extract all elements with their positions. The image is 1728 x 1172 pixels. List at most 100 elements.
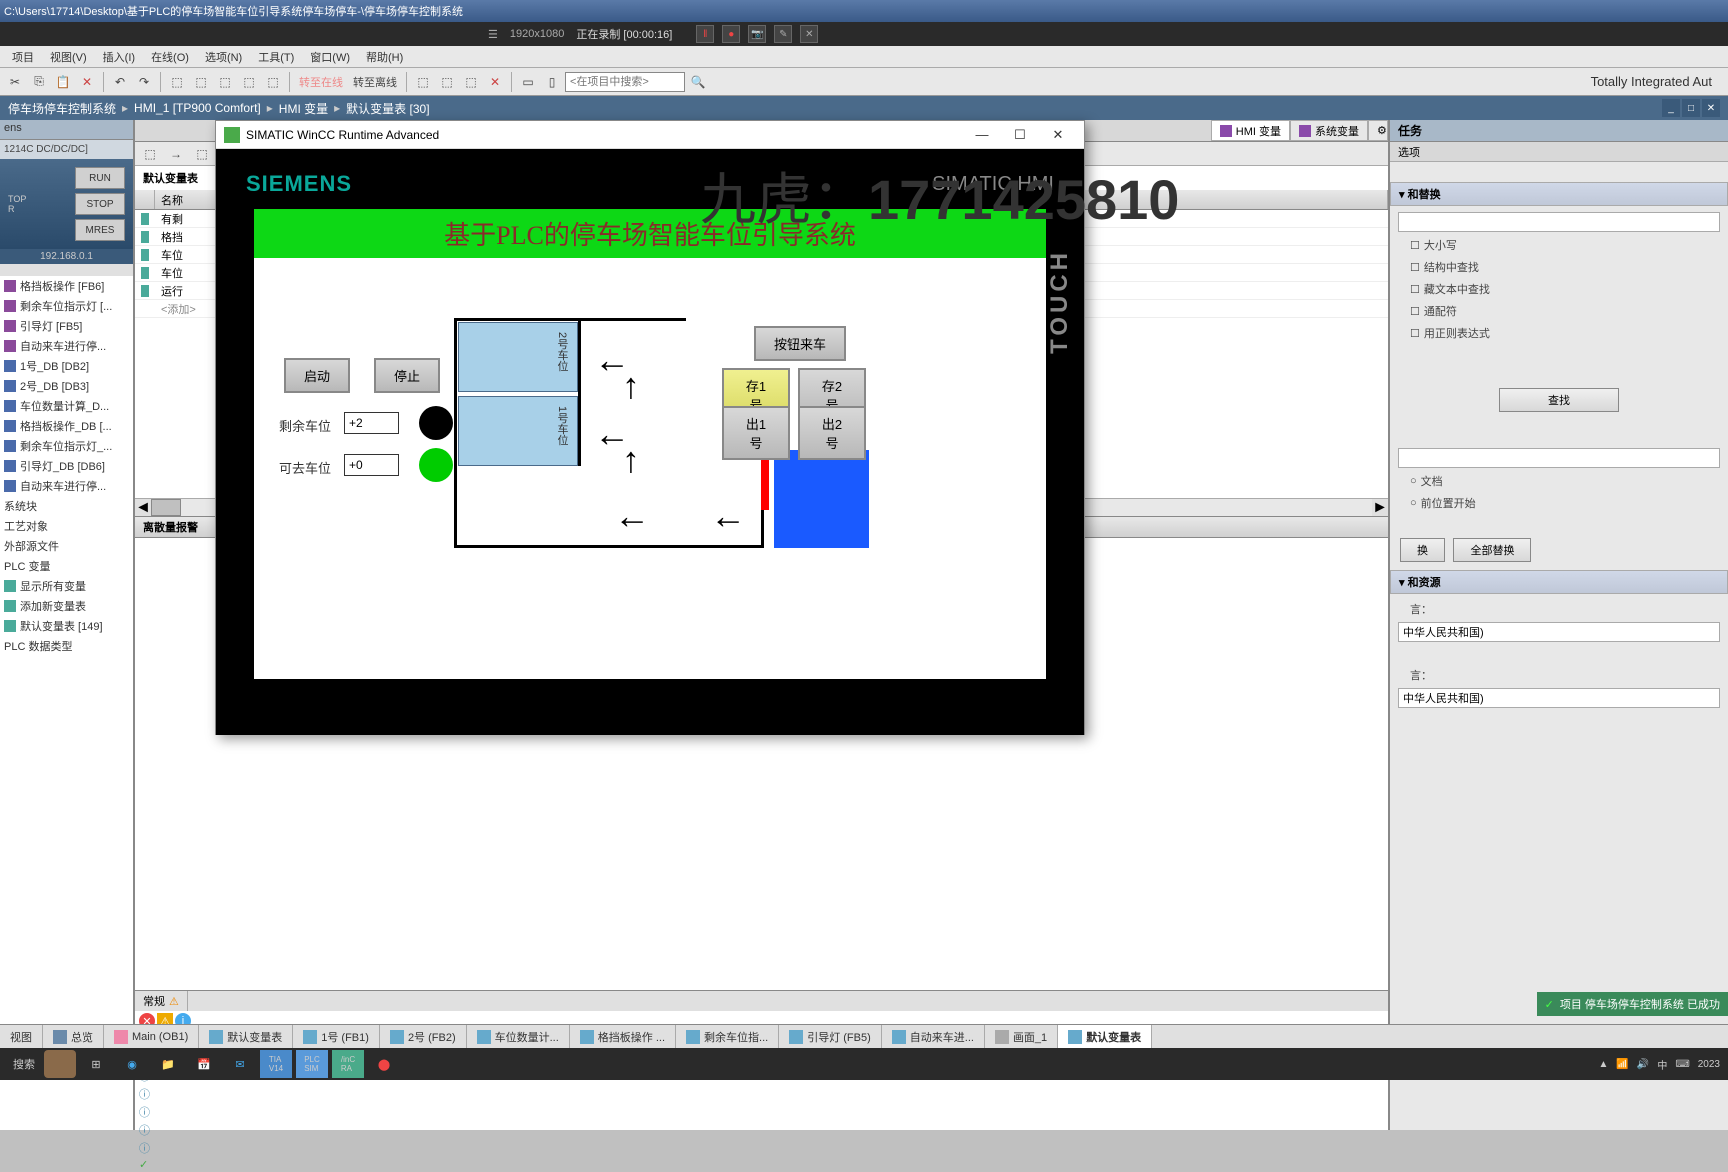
status-tab-general[interactable]: 常规 ⚠ [135,991,188,1011]
tree-item[interactable]: 1号_DB [DB2] [0,356,133,376]
taskbar-tia-icon[interactable]: TIAV14 [260,1050,292,1078]
tree-item[interactable]: PLC 变量 [0,556,133,576]
option-doc[interactable]: ○ 文档 [1398,470,1720,492]
tree-item[interactable]: 自动来车进行停... [0,476,133,496]
taskbar-volume-icon[interactable]: 🔊 [1637,1059,1649,1070]
hmi-stop-button[interactable]: 停止 [374,358,440,393]
view-tab[interactable]: 视图 [0,1025,43,1048]
tree-item[interactable]: 工艺对象 [0,516,133,536]
menu-help[interactable]: 帮助(H) [358,49,411,65]
taskbar-ime-icon[interactable]: ⌨ [1675,1059,1689,1070]
find-button[interactable]: 查找 [1499,388,1619,412]
taskbar-wifi-icon[interactable]: 📶 [1616,1059,1628,1070]
breadcrumb-item[interactable]: 默认变量表 [30] [346,100,429,117]
tree-item[interactable]: 格挡板操作 [FB6] [0,276,133,296]
editor-tab[interactable]: 剩余车位指... [676,1025,779,1048]
tab-system-tags[interactable]: 系统变量 [1290,120,1368,141]
tree-item[interactable]: 添加新变量表 [0,596,133,616]
editor-tab[interactable]: 格挡板操作 ... [570,1025,676,1048]
taskbar-search[interactable]: 搜索 [8,1050,40,1078]
copy-icon[interactable]: ⎘ [28,71,50,93]
tree-item[interactable]: 引导灯 [FB5] [0,316,133,336]
plc-mres-button[interactable]: MRES [75,219,125,241]
taskbar-mail-icon[interactable]: ✉ [224,1050,256,1078]
split-icon[interactable]: ▭ [517,71,539,93]
project-search-input[interactable] [565,72,685,92]
tool-icon[interactable]: ⬚ [238,71,260,93]
taskbar-time[interactable]: 2023 [1698,1059,1720,1070]
tool-icon[interactable]: ⬚ [214,71,236,93]
hamburger-icon[interactable]: ☰ [488,28,498,41]
paste-icon[interactable]: 📋 [52,71,74,93]
taskbar-lang[interactable]: 中 [1657,1057,1667,1072]
status-row[interactable]: ⓘ [135,1121,1388,1139]
taskbar-calendar-icon[interactable]: 📅 [188,1050,220,1078]
delete-icon[interactable]: ✕ [76,71,98,93]
editor-tab[interactable]: 画面_1 [985,1025,1058,1048]
status-row[interactable]: ⓘ [135,1103,1388,1121]
close-icon[interactable]: ✕ [484,71,506,93]
maximize-icon[interactable]: □ [1682,99,1700,117]
replace-all-button[interactable]: 全部替换 [1453,538,1531,562]
tree-item[interactable]: 格挡板操作_DB [... [0,416,133,436]
tree-item[interactable]: 系统块 [0,496,133,516]
tab-hmi-tags[interactable]: HMI 变量 [1211,120,1290,141]
menu-project[interactable]: 项目 [4,49,42,65]
find-replace-title[interactable]: ▾ 和替换 [1390,182,1728,206]
search-icon[interactable]: 🔍 [687,71,709,93]
tree-item[interactable]: 引导灯_DB [DB6] [0,456,133,476]
option-regex[interactable]: ☐ 用正则表达式 [1398,322,1720,344]
close-icon[interactable]: ✕ [1702,99,1720,117]
option-hidden[interactable]: ☐ 藏文本中查找 [1398,278,1720,300]
tree-item[interactable]: 剩余车位指示灯 [... [0,296,133,316]
tree-item[interactable]: 默认变量表 [149] [0,616,133,636]
find-input[interactable] [1398,212,1720,232]
go-offline-button[interactable]: 转至离线 [349,74,401,90]
minimize-icon[interactable]: — [964,121,1000,149]
btn-exit-2[interactable]: 出2号 [798,406,866,460]
cut-icon[interactable]: ✂ [4,71,26,93]
menu-options[interactable]: 选项(N) [197,49,250,65]
go-online-button[interactable]: 转至在线 [295,74,347,90]
tool-icon[interactable]: ⬚ [460,71,482,93]
tree-item[interactable]: 外部源文件 [0,536,133,556]
taskbar-tray-icon[interactable]: ▲ [1599,1059,1609,1070]
tree-item[interactable]: 剩余车位指示灯_... [0,436,133,456]
taskbar-app-icon[interactable] [44,1050,76,1078]
tool-icon[interactable]: ⬚ [166,71,188,93]
tool-icon[interactable]: ⬚ [412,71,434,93]
editor-tab[interactable]: Main (OB1) [104,1025,199,1048]
resources-title[interactable]: ▾ 和资源 [1390,570,1728,594]
taskbar-explorer-icon[interactable]: 📁 [152,1050,184,1078]
split-icon[interactable]: ▯ [541,71,563,93]
taskbar-plcsim-icon[interactable]: PLCSIM [296,1050,328,1078]
camera-icon[interactable]: 📷 [748,25,766,43]
editor-tab[interactable]: 1号 (FB1) [293,1025,380,1048]
taskbar-edge-icon[interactable]: ◉ [116,1050,148,1078]
tree-item[interactable]: 自动来车进行停... [0,336,133,356]
tree-item[interactable]: PLC 数据类型 [0,636,133,656]
status-row[interactable]: ✓ [135,1157,1388,1172]
close-recording-icon[interactable]: ✕ [800,25,818,43]
btn-exit-1[interactable]: 出1号 [722,406,790,460]
tool-icon[interactable]: ⬚ [436,71,458,93]
editor-tab[interactable]: 引导灯 (FB5) [779,1025,882,1048]
project-tree[interactable]: 格挡板操作 [FB6] 剩余车位指示灯 [... 引导灯 [FB5] 自动来车进… [0,276,133,1130]
record-icon[interactable]: ● [722,25,740,43]
plc-stop-button[interactable]: STOP [75,193,125,215]
editor-tab[interactable]: 2号 (FB2) [380,1025,467,1048]
tree-item[interactable]: 车位数量计算_D... [0,396,133,416]
pause-icon[interactable]: ‖ [696,25,714,43]
close-icon[interactable]: ✕ [1040,121,1076,149]
tree-item[interactable]: 2号_DB [DB3] [0,376,133,396]
taskbar-task-view-icon[interactable]: ⊞ [80,1050,112,1078]
option-wildcard[interactable]: ☐ 通配符 [1398,300,1720,322]
lang-select[interactable] [1398,622,1720,642]
minimize-icon[interactable]: _ [1662,99,1680,117]
tool-icon[interactable]: ⬚ [191,143,213,165]
option-struct[interactable]: ☐ 结构中查找 [1398,256,1720,278]
options-header[interactable]: 选项 [1390,142,1728,162]
status-row[interactable]: ⓘ [135,1085,1388,1103]
editor-tab[interactable]: 车位数量计... [467,1025,570,1048]
menu-online[interactable]: 在线(O) [143,49,197,65]
